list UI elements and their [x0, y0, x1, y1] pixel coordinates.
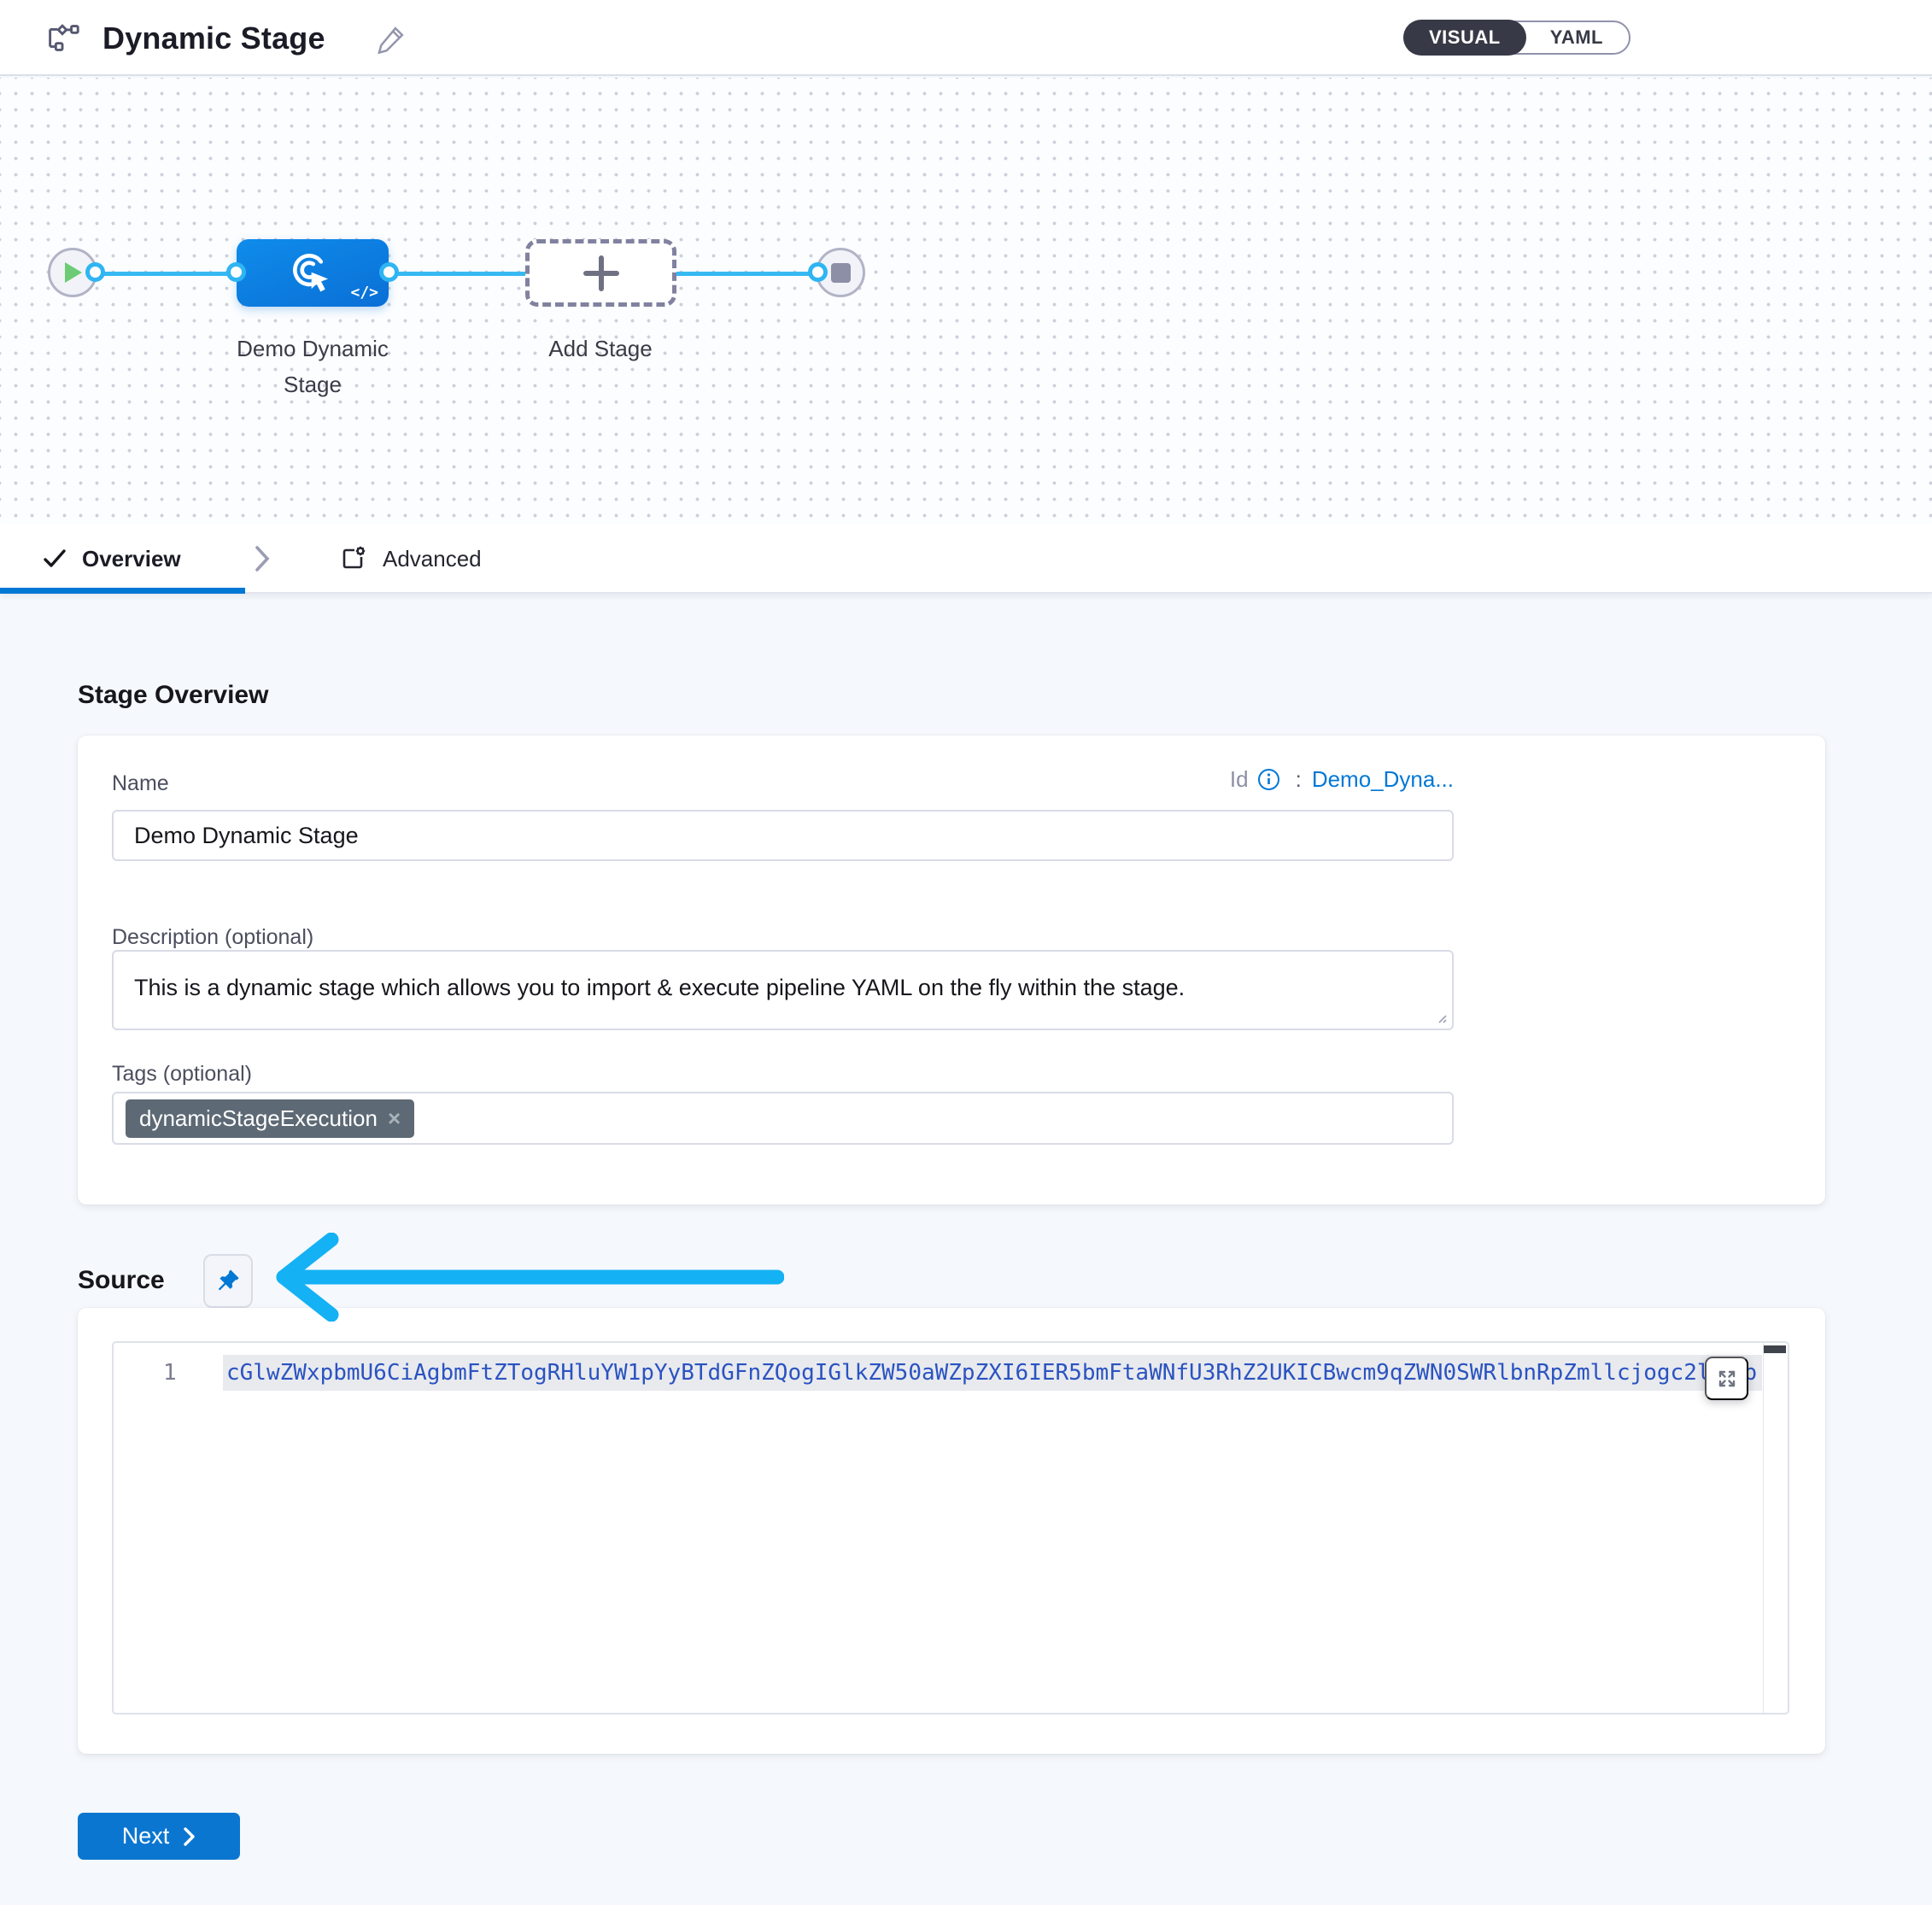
- pin-button[interactable]: [203, 1254, 253, 1308]
- id-colon: :: [1296, 766, 1302, 793]
- page-title: Dynamic Stage: [102, 0, 325, 76]
- tag-chip: dynamicStageExecution ×: [126, 1099, 414, 1138]
- add-stage-button[interactable]: [525, 239, 676, 307]
- description-text: This is a dynamic stage which allows you…: [134, 975, 1185, 1000]
- name-label: Name: [112, 771, 169, 796]
- stage-overview-heading: Stage Overview: [78, 681, 268, 710]
- tab-overview-label: Overview: [82, 546, 181, 572]
- stage-overview-card: Id : Demo_Dyna... Name Demo Dynamic Stag…: [78, 736, 1825, 1205]
- stop-icon: [831, 263, 851, 283]
- next-button[interactable]: Next: [78, 1813, 240, 1860]
- cursor-click-icon: [286, 247, 339, 300]
- expand-icon: [1716, 1368, 1738, 1390]
- tags-label: Tags (optional): [112, 1062, 252, 1087]
- plus-icon: [579, 251, 624, 296]
- expand-button[interactable]: [1705, 1357, 1748, 1400]
- tags-input[interactable]: dynamicStageExecution ×: [112, 1092, 1454, 1145]
- chevron-right-icon: [253, 544, 272, 573]
- source-header-row: Source: [78, 1253, 253, 1308]
- pipeline-canvas: </> Demo Dynamic Stage Add Stage: [0, 78, 1932, 524]
- stage-tabbar: Overview Advanced: [0, 524, 1932, 594]
- pin-icon: [214, 1267, 242, 1294]
- stage-id-value[interactable]: Demo_Dyna...: [1312, 766, 1454, 793]
- advanced-settings-icon: [340, 545, 367, 572]
- dynamic-stage-page: Dynamic Stage VISUAL YAML </>: [0, 0, 1932, 1905]
- connector-dot[interactable]: [85, 262, 105, 282]
- info-icon[interactable]: [1257, 768, 1280, 791]
- pipeline-icon: [43, 18, 82, 57]
- source-card: 1 cGlwZWxpbmU6CiAgbmFtZTogRHluYW1pYyBTdG…: [78, 1308, 1825, 1754]
- tab-overview[interactable]: Overview: [43, 524, 181, 594]
- edit-pencil-icon[interactable]: [376, 22, 408, 55]
- toggle-yaml[interactable]: YAML: [1525, 21, 1629, 55]
- visual-yaml-toggle: VISUAL YAML: [1403, 21, 1630, 55]
- id-label: Id: [1230, 766, 1249, 793]
- tag-remove-icon[interactable]: ×: [388, 1105, 401, 1132]
- toggle-visual[interactable]: VISUAL: [1403, 20, 1526, 56]
- add-stage-label: Add Stage: [464, 331, 737, 366]
- page-header: Dynamic Stage VISUAL YAML: [0, 0, 1932, 76]
- stage-id-row: Id : Demo_Dyna...: [112, 766, 1454, 793]
- tag-label: dynamicStageExecution: [139, 1105, 378, 1132]
- edge-start-to-stage: [83, 272, 237, 276]
- connector-dot[interactable]: [226, 262, 246, 282]
- code-icon: </>: [350, 284, 378, 302]
- connector-dot[interactable]: [808, 262, 828, 282]
- check-icon: [43, 547, 67, 571]
- code-line[interactable]: cGlwZWxpbmU6CiAgbmFtZTogRHluYW1pYyBTdGFn…: [226, 1360, 1759, 1389]
- tab-advanced[interactable]: Advanced: [340, 524, 482, 594]
- resize-handle-icon[interactable]: [1434, 1011, 1448, 1024]
- connector-dot[interactable]: [379, 262, 399, 282]
- next-button-label: Next: [122, 1823, 170, 1849]
- scrollbar-thumb[interactable]: [1764, 1345, 1786, 1353]
- name-input[interactable]: Demo Dynamic Stage: [112, 810, 1454, 861]
- next-chevron-icon: [183, 1826, 196, 1847]
- play-icon: [62, 261, 83, 284]
- tab-advanced-label: Advanced: [383, 546, 482, 572]
- stage-node-label: Demo Dynamic Stage: [176, 331, 449, 402]
- source-code-editor[interactable]: 1 cGlwZWxpbmU6CiAgbmFtZTogRHluYW1pYyBTdG…: [112, 1341, 1789, 1714]
- description-textarea[interactable]: This is a dynamic stage which allows you…: [112, 950, 1454, 1030]
- line-number: 1: [163, 1360, 177, 1386]
- scrollbar-track[interactable]: [1763, 1343, 1764, 1713]
- source-heading: Source: [78, 1266, 165, 1295]
- description-label: Description (optional): [112, 925, 313, 950]
- active-tab-underline: [0, 588, 245, 594]
- stage-node-demo-dynamic-stage[interactable]: </>: [237, 239, 389, 307]
